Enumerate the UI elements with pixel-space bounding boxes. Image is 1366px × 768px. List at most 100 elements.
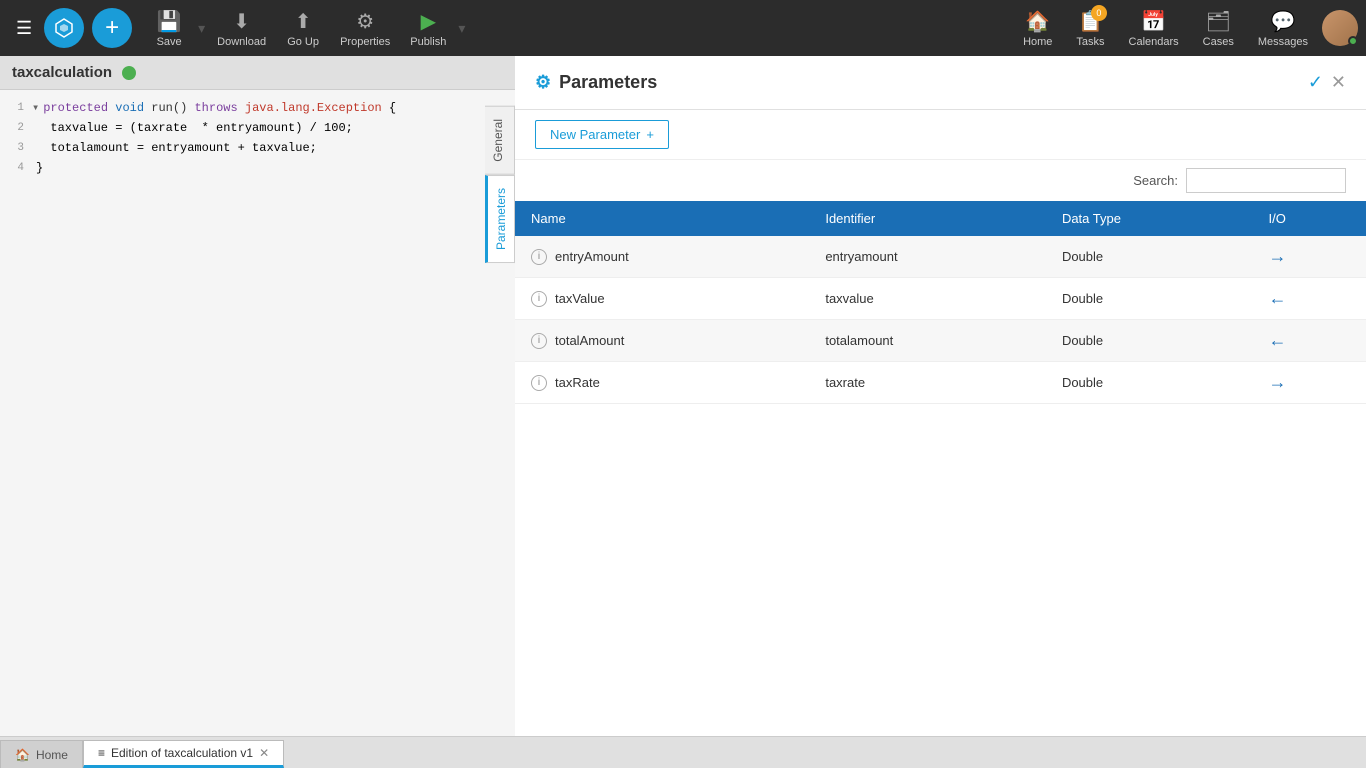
nav-home[interactable]: 🏠 Home [1013, 5, 1062, 52]
io-arrow-right [1269, 372, 1287, 392]
param-io [1253, 320, 1366, 362]
col-name: Name [515, 201, 809, 236]
param-name: taxRate [555, 375, 600, 390]
bottom-tab-home[interactable]: 🏠 Home [0, 740, 83, 768]
edition-tab-close[interactable]: ✕ [259, 746, 269, 760]
code-editor[interactable]: 1 ▾ protected void run() throws java.lan… [0, 90, 515, 736]
io-arrow-left [1269, 288, 1287, 308]
home-tab-label: Home [36, 748, 68, 762]
download-action[interactable]: ⬇ Download [209, 5, 274, 52]
col-datatype: Data Type [1046, 201, 1253, 236]
panel-confirm-button[interactable]: ✓ [1308, 72, 1323, 93]
col-identifier: Identifier [809, 201, 1046, 236]
hamburger-menu[interactable]: ☰ [8, 10, 40, 47]
param-datatype: Double [1046, 362, 1253, 404]
code-line-2: 2 taxvalue = (taxrate * entryamount) / 1… [0, 118, 515, 138]
side-tabs: General Parameters [485, 106, 515, 263]
calendars-icon: 📅 [1141, 9, 1166, 34]
cases-icon: 🗂 [1206, 9, 1231, 34]
tab-general[interactable]: General [485, 106, 515, 175]
param-name: taxValue [555, 291, 605, 306]
table-row[interactable]: i taxValue taxvalueDouble [515, 278, 1366, 320]
code-line-3: 3 totalamount = entryamount + taxvalue; [0, 138, 515, 158]
param-io [1253, 236, 1366, 278]
publish-icon: ▶ [421, 9, 436, 34]
table-row[interactable]: i entryAmount entryamountDouble [515, 236, 1366, 278]
param-identifier: totalamount [809, 320, 1046, 362]
code-line-1: 1 ▾ protected void run() throws java.lan… [0, 98, 515, 118]
download-icon: ⬇ [233, 9, 250, 34]
nav-messages[interactable]: 💬 Messages [1248, 5, 1318, 52]
info-icon[interactable]: i [531, 291, 547, 307]
panel-header: ⚙ Parameters ✓ ✕ [515, 56, 1366, 110]
param-identifier: entryamount [809, 236, 1046, 278]
param-identifier: taxrate [809, 362, 1046, 404]
add-button[interactable]: + [92, 8, 132, 48]
tasks-badge: 0 [1091, 5, 1107, 21]
new-parameter-button[interactable]: New Parameter + [535, 120, 669, 149]
avatar-container[interactable] [1322, 10, 1358, 46]
param-name: totalAmount [555, 333, 624, 348]
edition-tab-icon: ≡ [98, 746, 105, 760]
go-up-action[interactable]: ⬆ Go Up [278, 5, 328, 52]
save-icon: 💾 [157, 9, 182, 34]
save-dropdown[interactable]: ▾ [198, 20, 205, 37]
panel-close-button[interactable]: ✕ [1331, 72, 1346, 93]
nav-right: 🏠 Home 📋 0 Tasks 📅 Calendars 🗂 Cases 💬 M… [1013, 5, 1358, 52]
properties-action[interactable]: ⚙ Properties [332, 5, 398, 52]
edition-tab-label: Edition of taxcalculation v1 [111, 746, 253, 760]
save-action[interactable]: 💾 Save [144, 5, 194, 52]
publish-dropdown[interactable]: ▾ [458, 20, 465, 37]
bottom-tab-bar: 🏠 Home ≡ Edition of taxcalculation v1 ✕ [0, 736, 1366, 768]
main-content: taxcalculation 1 ▾ protected void run() … [0, 56, 1366, 736]
go-up-icon: ⬆ [295, 9, 312, 34]
parameters-table: Name Identifier Data Type I/O i entryAmou… [515, 201, 1366, 404]
info-icon[interactable]: i [531, 375, 547, 391]
editor-status-indicator [122, 66, 136, 80]
table-header: Name Identifier Data Type I/O [515, 201, 1366, 236]
table-header-row: Name Identifier Data Type I/O [515, 201, 1366, 236]
new-param-row: New Parameter + [515, 110, 1366, 160]
publish-action[interactable]: ▶ Publish [402, 5, 454, 52]
panel-title: ⚙ Parameters [535, 72, 657, 93]
home-tab-icon: 🏠 [15, 748, 30, 762]
table-row[interactable]: i taxRate taxrateDouble [515, 362, 1366, 404]
io-arrow-left [1269, 330, 1287, 350]
param-io [1253, 278, 1366, 320]
messages-icon: 💬 [1270, 9, 1295, 34]
online-status-dot [1348, 36, 1358, 46]
code-line-4: 4 } [0, 158, 515, 178]
code-editor-panel: taxcalculation 1 ▾ protected void run() … [0, 56, 515, 736]
param-datatype: Double [1046, 236, 1253, 278]
param-io [1253, 362, 1366, 404]
home-icon: 🏠 [1025, 9, 1050, 34]
nav-cases[interactable]: 🗂 Cases [1193, 5, 1244, 52]
main-toolbar: ☰ + 💾 Save ▾ ⬇ Download ⬆ Go Up ⚙ Proper… [0, 0, 1366, 56]
gear-icon: ⚙ [535, 72, 551, 93]
bottom-tab-edition[interactable]: ≡ Edition of taxcalculation v1 ✕ [83, 740, 284, 768]
panel-header-actions: ✓ ✕ [1308, 72, 1346, 93]
search-row: Search: [515, 160, 1366, 201]
param-identifier: taxvalue [809, 278, 1046, 320]
editor-title: taxcalculation [12, 64, 112, 81]
nav-calendars[interactable]: 📅 Calendars [1119, 5, 1189, 52]
logo [44, 8, 84, 48]
tab-parameters[interactable]: Parameters [485, 175, 515, 263]
parameters-panel: ⚙ Parameters ✓ ✕ New Parameter + Search:… [515, 56, 1366, 736]
info-icon[interactable]: i [531, 333, 547, 349]
properties-icon: ⚙ [356, 9, 374, 34]
io-arrow-right [1269, 246, 1287, 266]
param-datatype: Double [1046, 320, 1253, 362]
param-datatype: Double [1046, 278, 1253, 320]
param-name: entryAmount [555, 249, 629, 264]
collapse-arrow-1[interactable]: ▾ [32, 98, 39, 118]
nav-tasks[interactable]: 📋 0 Tasks [1066, 5, 1114, 52]
parameters-table-body: ientryAmountentryamountDoubleitaxValueta… [515, 236, 1366, 404]
info-icon[interactable]: i [531, 249, 547, 265]
col-io: I/O [1253, 201, 1366, 236]
search-label: Search: [1133, 173, 1178, 188]
tasks-badge-container: 📋 0 [1078, 9, 1103, 34]
editor-title-bar: taxcalculation [0, 56, 515, 90]
search-input[interactable] [1186, 168, 1346, 193]
table-row[interactable]: i totalAmount totalamountDouble [515, 320, 1366, 362]
